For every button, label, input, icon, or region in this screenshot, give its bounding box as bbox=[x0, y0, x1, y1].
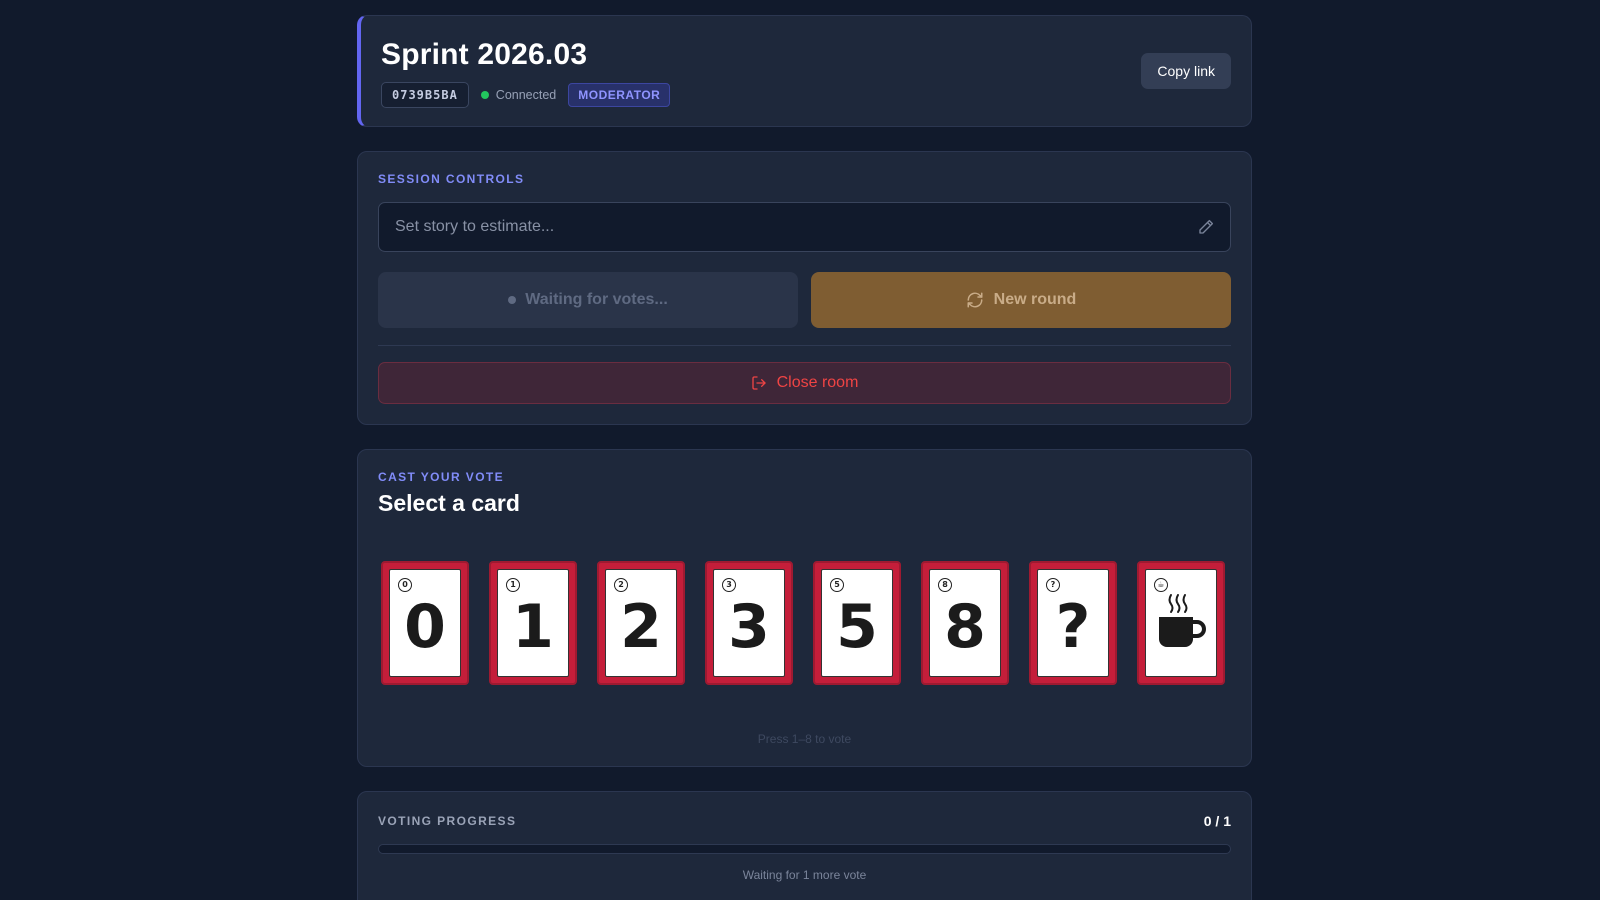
vote-card-coffee[interactable]: ☕ bbox=[1137, 561, 1225, 685]
session-controls-label: SESSION CONTROLS bbox=[378, 172, 525, 186]
card-face: 5 5 bbox=[821, 569, 893, 677]
room-title: Sprint 2026.03 bbox=[381, 38, 588, 71]
card-face: 0 0 bbox=[389, 569, 461, 677]
voting-progress-label: VOTING PROGRESS bbox=[378, 814, 517, 828]
card-corner-label: 2 bbox=[614, 578, 628, 592]
room-meta: 0739B5BA Connected MODERATOR bbox=[381, 82, 1251, 108]
close-room-label: Close room bbox=[776, 374, 859, 391]
waiting-for-votes-button: Waiting for votes... bbox=[378, 272, 798, 328]
card-corner-label: ☕ bbox=[1154, 578, 1168, 592]
card-corner-label: 3 bbox=[722, 578, 736, 592]
card-corner-label: 1 bbox=[506, 578, 520, 592]
card-value: 5 bbox=[836, 592, 878, 662]
copy-link-button[interactable]: Copy link bbox=[1141, 53, 1231, 89]
main-column: Sprint 2026.03 0739B5BA Connected MODERA… bbox=[357, 15, 1252, 900]
round-buttons-row: Waiting for votes... New round bbox=[378, 272, 1231, 328]
card-corner-label: 8 bbox=[938, 578, 952, 592]
connection-status: Connected bbox=[480, 88, 557, 102]
card-value: 8 bbox=[944, 592, 986, 662]
card-corner-label: 5 bbox=[830, 578, 844, 592]
progress-status: Waiting for 1 more vote bbox=[742, 868, 867, 882]
session-controls-panel: SESSION CONTROLS Waiting for votes... bbox=[357, 151, 1252, 425]
select-card-heading: Select a card bbox=[378, 490, 520, 516]
vote-card-2[interactable]: 2 2 bbox=[597, 561, 685, 685]
connected-dot-icon bbox=[480, 91, 489, 99]
new-round-button[interactable]: New round bbox=[811, 272, 1231, 328]
cast-vote-panel: CAST YOUR VOTE Select a card 0 0 1 1 2 2 bbox=[357, 449, 1252, 767]
waiting-label: Waiting for votes... bbox=[525, 291, 668, 308]
card-value: ? bbox=[1055, 592, 1091, 662]
card-face: 8 8 bbox=[929, 569, 1001, 677]
controls-divider bbox=[378, 345, 1231, 346]
card-deck: 0 0 1 1 2 2 3 3 5 5 8 8 ? ? ☕ bbox=[378, 561, 1231, 685]
close-room-button[interactable]: Close room bbox=[378, 362, 1231, 404]
card-face: 3 3 bbox=[713, 569, 785, 677]
vote-count: 0 / 1 bbox=[1203, 813, 1231, 829]
story-input-wrapper bbox=[378, 202, 1231, 252]
vote-card-question[interactable]: ? ? bbox=[1029, 561, 1117, 685]
card-face: 2 2 bbox=[605, 569, 677, 677]
card-value: 3 bbox=[728, 592, 770, 662]
role-badge: MODERATOR bbox=[568, 83, 671, 107]
vote-card-3[interactable]: 3 3 bbox=[705, 561, 793, 685]
progress-track bbox=[378, 844, 1231, 854]
vote-card-1[interactable]: 1 1 bbox=[489, 561, 577, 685]
connection-status-label: Connected bbox=[495, 88, 557, 102]
card-corner-label: 0 bbox=[398, 578, 412, 592]
waiting-dot-icon bbox=[508, 296, 517, 304]
vote-card-8[interactable]: 8 8 bbox=[921, 561, 1009, 685]
card-value: 0 bbox=[404, 592, 446, 662]
vote-card-5[interactable]: 5 5 bbox=[813, 561, 901, 685]
pencil-icon[interactable] bbox=[1197, 218, 1215, 236]
new-round-label: New round bbox=[993, 291, 1077, 308]
vote-card-0[interactable]: 0 0 bbox=[381, 561, 469, 685]
card-value: 1 bbox=[512, 592, 554, 662]
card-corner-label: ? bbox=[1046, 578, 1060, 592]
voting-progress-panel: VOTING PROGRESS 0 / 1 Waiting for 1 more… bbox=[357, 791, 1252, 900]
cast-vote-label: CAST YOUR VOTE bbox=[378, 470, 505, 484]
room-header: Sprint 2026.03 0739B5BA Connected MODERA… bbox=[357, 15, 1252, 127]
room-code-badge: 0739B5BA bbox=[381, 82, 469, 108]
card-value: 2 bbox=[620, 592, 662, 662]
exit-icon bbox=[751, 376, 766, 390]
story-input[interactable] bbox=[378, 202, 1231, 252]
refresh-icon bbox=[967, 292, 983, 308]
keyboard-hint: Press 1–8 to vote bbox=[757, 732, 852, 746]
card-face: ? ? bbox=[1037, 569, 1109, 677]
coffee-cup-icon bbox=[1159, 594, 1206, 647]
card-face: ☕ bbox=[1145, 569, 1217, 677]
card-face: 1 1 bbox=[497, 569, 569, 677]
